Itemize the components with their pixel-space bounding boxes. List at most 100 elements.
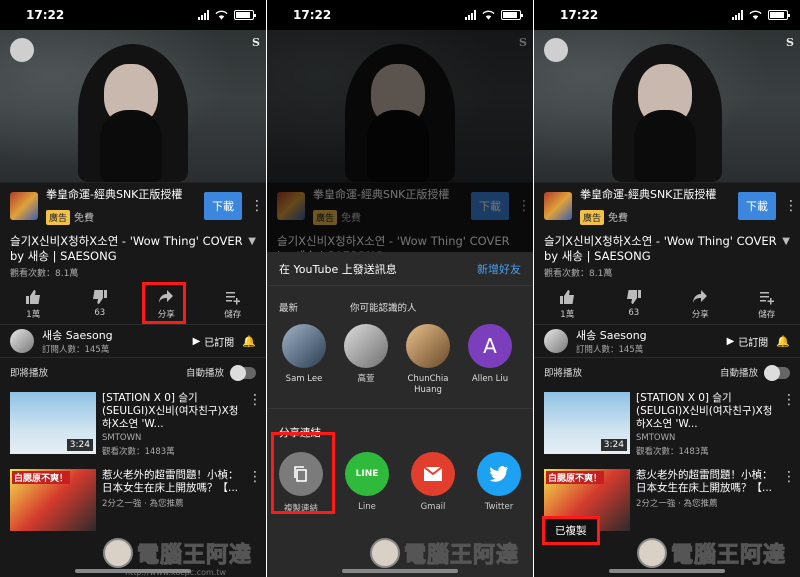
- twitter-bird-icon: [489, 466, 508, 482]
- dislike-button[interactable]: 63: [609, 289, 659, 320]
- status-time: 17:22: [293, 8, 332, 22]
- thumbs-down-icon: [92, 290, 107, 304]
- video-thumbnail[interactable]: 3:24: [10, 392, 96, 454]
- up-next-label: 即將播放: [10, 368, 49, 379]
- video-item-channel: SMTOWN: [636, 433, 676, 443]
- share-sheet: 在 YouTube 上發送訊息 新增好友 最新 你可能認識的人 Sam Lee …: [267, 252, 533, 577]
- like-count: 1萬: [560, 310, 575, 320]
- avatar: [406, 324, 450, 368]
- share-gmail-button[interactable]: Gmail: [409, 452, 457, 514]
- video-item-title: [STATION X 0] 슬기 (SEULGI)X신비(여자친구)X청하X소연…: [102, 392, 239, 430]
- more-icon[interactable]: ⋮: [782, 469, 796, 531]
- thumbnail-caption: 白腮原不爽！: [12, 471, 71, 484]
- save-label: 儲存: [224, 310, 242, 320]
- more-icon[interactable]: ⋮: [782, 392, 796, 457]
- channel-row[interactable]: 새송 Saesong 訂閱人數：145萬 ▶ 已訂閱 🔔: [534, 324, 800, 358]
- list-item[interactable]: 3:24 [STATION X 0] 슬기 (SEULGI)X신비(여자친구)X…: [0, 386, 266, 463]
- video-player[interactable]: S: [0, 30, 266, 182]
- subscribed-button[interactable]: ▶ 已訂閱: [727, 334, 769, 349]
- avatar: [282, 324, 326, 368]
- home-indicator[interactable]: [75, 569, 191, 573]
- gmail-icon: [423, 466, 443, 481]
- avatar[interactable]: [544, 329, 568, 353]
- autoplay-toggle[interactable]: [230, 365, 256, 382]
- thumbs-down-icon: [626, 290, 641, 304]
- up-next-label: 即將播放: [544, 368, 583, 379]
- ad-price: 免費: [74, 213, 95, 224]
- video-item-title: 惹火老外的超雷問題！小楨：日本女生在床上開放嗎？【...: [102, 469, 239, 494]
- video-thumbnail[interactable]: 3:24: [544, 392, 630, 454]
- video-item-views: 觀看次數：1483萬: [102, 447, 175, 457]
- video-title[interactable]: 슬기X신비X청하X소연 - 'Wow Thing' COVER by 새송 | …: [10, 234, 244, 264]
- channel-watermark: S: [786, 36, 794, 49]
- suggested-label: 你可能認識的人: [350, 303, 417, 314]
- ad-title: 拳皇命運-經典SNK正版授權: [46, 188, 183, 201]
- thumbs-up-icon: [26, 290, 41, 304]
- ad-row[interactable]: 拳皇命運-經典SNK正版授權 廣告免費 下載 ⋮: [534, 182, 800, 228]
- game-icon: [10, 191, 38, 220]
- video-item-meta: 2分之一強 · 為您推薦: [102, 499, 184, 509]
- share-twitter-button[interactable]: Twitter: [475, 452, 523, 514]
- avatar: A: [468, 324, 512, 368]
- like-button[interactable]: 1萬: [542, 289, 592, 320]
- more-icon[interactable]: ⋮: [784, 198, 798, 214]
- video-title[interactable]: 슬기X신비X청하X소연 - 'Wow Thing' COVER by 새송 | …: [544, 234, 778, 264]
- duration-badge: 3:24: [600, 439, 627, 451]
- chevron-down-icon[interactable]: ▼: [248, 234, 256, 264]
- bell-icon[interactable]: 🔔: [776, 335, 790, 348]
- avatar: [344, 324, 388, 368]
- contact-chunchia-huang[interactable]: ChunChia Huang: [403, 324, 453, 396]
- avatar[interactable]: [10, 329, 34, 353]
- share-arrow-icon: [693, 290, 708, 303]
- share-line-button[interactable]: LINE Line: [343, 452, 391, 514]
- subscribed-button[interactable]: ▶ 已訂閱: [193, 334, 235, 349]
- signal-icon: [465, 10, 476, 20]
- save-button[interactable]: 儲存: [742, 289, 792, 320]
- list-item[interactable]: 3:24 [STATION X 0] 슬기 (SEULGI)X신비(여자친구)X…: [534, 386, 800, 463]
- autoplay-label: 自動播放: [719, 367, 758, 379]
- home-indicator[interactable]: [609, 569, 725, 573]
- dislike-count: 63: [94, 308, 106, 318]
- download-button[interactable]: 下載: [204, 191, 242, 220]
- playlist-add-icon: [225, 292, 240, 305]
- battery-icon: [768, 10, 790, 20]
- wifi-icon: [215, 10, 228, 20]
- video-player[interactable]: S: [534, 30, 800, 182]
- video-thumbnail[interactable]: 白腮原不爽！: [10, 469, 96, 531]
- list-item[interactable]: 白腮原不爽！ 惹火老外的超雷問題！小楨：日本女生在床上開放嗎？【... 2分之一…: [0, 463, 266, 537]
- channel-logo-icon: [544, 38, 568, 62]
- ad-title: 拳皇命運-經典SNK正版授權: [580, 188, 717, 201]
- channel-row[interactable]: 새송 Saesong 訂閱人數：145萬 ▶ 已訂閱 🔔: [0, 324, 266, 358]
- contact-gao-xuan[interactable]: 高萱: [341, 324, 391, 396]
- mascot-icon: [369, 538, 400, 568]
- share-button[interactable]: 分享: [675, 289, 725, 320]
- contact-sam-lee[interactable]: Sam Lee: [279, 324, 329, 396]
- bell-icon[interactable]: 🔔: [242, 335, 256, 348]
- more-icon[interactable]: ⋮: [248, 392, 262, 457]
- game-icon: [544, 191, 572, 220]
- copy-link-highlight: [271, 432, 335, 514]
- contact-allen-liu[interactable]: A Allen Liu: [465, 324, 515, 396]
- sheet-title: 在 YouTube 上發送訊息: [279, 262, 397, 276]
- home-indicator[interactable]: [342, 569, 458, 573]
- share-highlight: [142, 282, 186, 324]
- modal-backdrop[interactable]: [267, 30, 533, 252]
- ad-row[interactable]: 拳皇命運-經典SNK正版授權 廣告免費 下載 ⋮: [0, 182, 266, 228]
- like-button[interactable]: 1萬: [8, 289, 58, 320]
- save-button[interactable]: 儲存: [208, 289, 258, 320]
- signal-icon: [732, 10, 743, 20]
- chevron-down-icon[interactable]: ▼: [782, 234, 790, 264]
- more-icon[interactable]: ⋮: [248, 469, 262, 531]
- add-friend-link[interactable]: 新增好友: [477, 261, 521, 277]
- autoplay-toggle[interactable]: [764, 365, 790, 382]
- channel-name: 새송 Saesong: [42, 329, 113, 342]
- site-watermark: 電腦王阿達: [102, 537, 252, 569]
- youtube-play-icon: ▶: [192, 335, 201, 347]
- phone-screen-3: 17:22 S 拳皇命運-經典SNK正版授權 廣告 免費 下載 ⋮ 슬기X신비X청…: [534, 0, 800, 577]
- download-button[interactable]: 下載: [738, 191, 776, 220]
- wifi-icon: [749, 10, 762, 20]
- dislike-button[interactable]: 63: [75, 289, 125, 320]
- status-bar: 17:22: [0, 0, 266, 30]
- more-icon[interactable]: ⋮: [250, 198, 264, 214]
- line-icon: LINE: [345, 452, 389, 496]
